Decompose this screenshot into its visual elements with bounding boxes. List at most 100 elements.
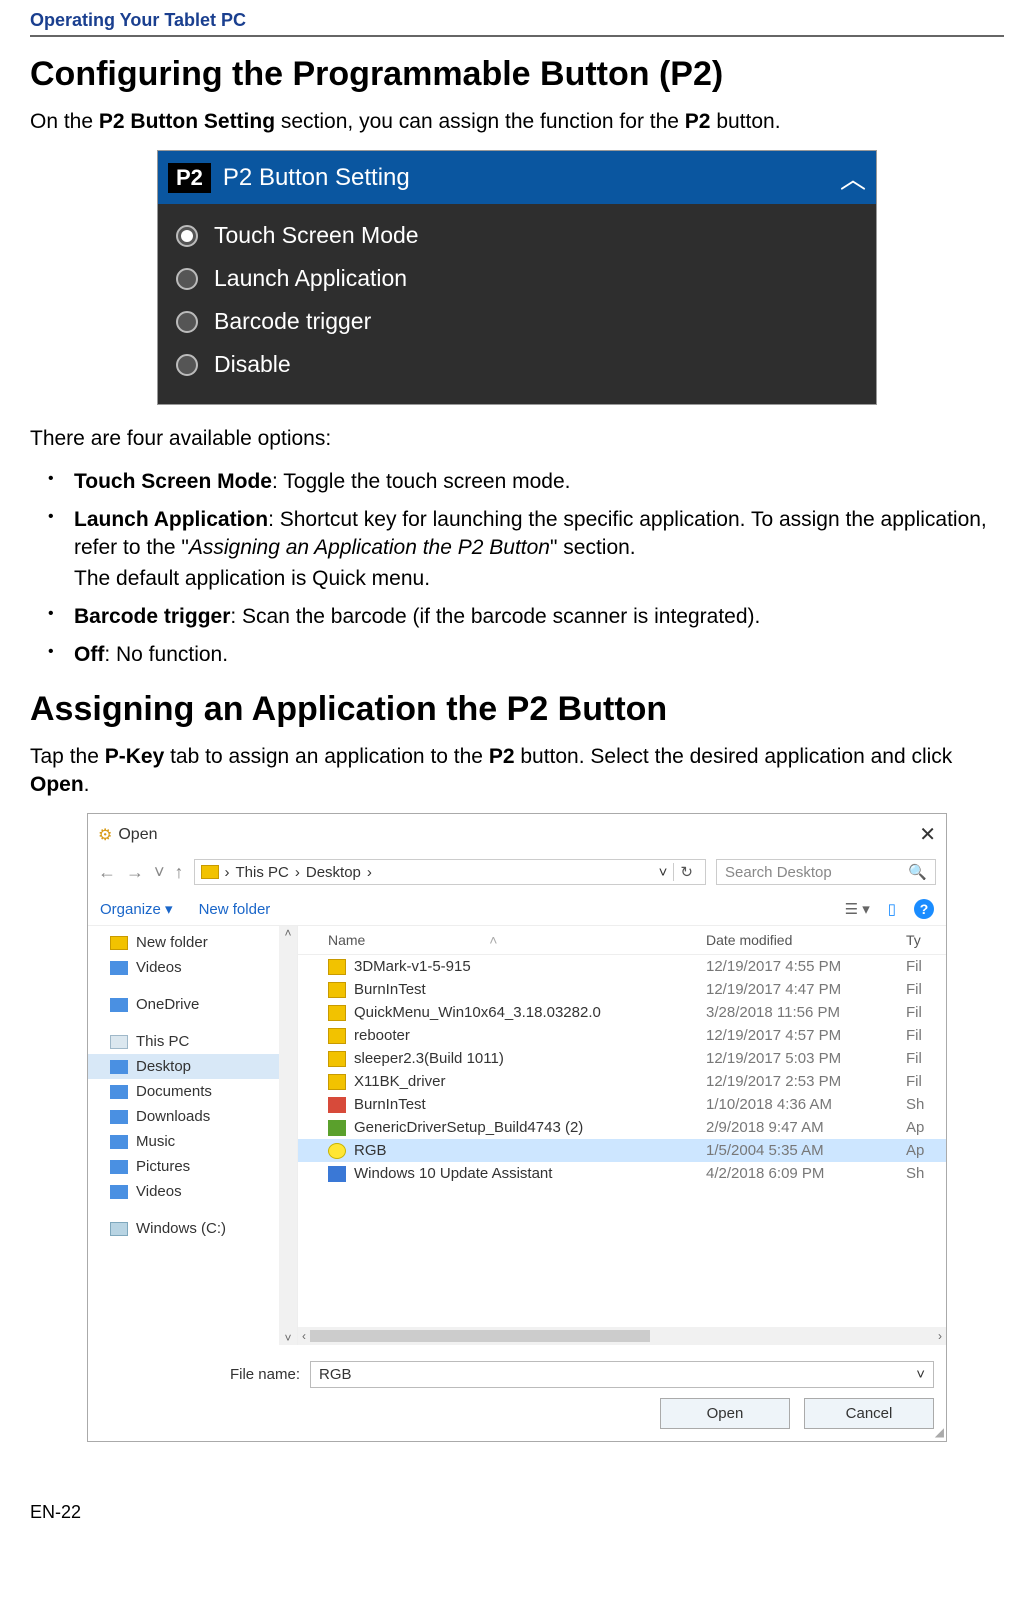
tree-item-label: Videos (136, 959, 182, 976)
preview-icon[interactable]: ▯ (888, 900, 896, 918)
collapse-icon[interactable]: ︿ (840, 159, 866, 196)
scroll-down-icon[interactable]: ˅ (284, 1331, 291, 1345)
tree-item[interactable]: Downloads (88, 1104, 297, 1129)
nav-tree: New folderVideosOneDriveThis PCDesktopDo… (88, 926, 298, 1345)
recent-icon[interactable]: ˅ (154, 862, 165, 883)
sort-icon: ˄ (489, 932, 497, 948)
crumb-sep: › (225, 864, 230, 881)
chevron-down-icon[interactable]: ˅ (916, 1366, 925, 1383)
bold: Off (74, 643, 104, 666)
dialog-title: Open (118, 826, 157, 844)
crumb-item[interactable]: Desktop (306, 864, 361, 881)
tree-item[interactable]: Music (88, 1129, 297, 1154)
tree-item[interactable]: Pictures (88, 1154, 297, 1179)
tree-item[interactable]: This PC (88, 1029, 297, 1054)
help-icon[interactable]: ? (914, 899, 934, 919)
dialog-titlebar: ⚙ Open ✕ (88, 814, 946, 855)
tree-item[interactable]: OneDrive (88, 992, 297, 1017)
blue-icon (110, 961, 128, 975)
radio-icon (176, 354, 198, 376)
table-row[interactable]: RGB1/5/2004 5:35 AMAp (298, 1139, 946, 1162)
file-type: Fil (906, 1027, 946, 1044)
resize-grip-icon[interactable]: ◢ (935, 1425, 944, 1439)
table-row[interactable]: QuickMenu_Win10x64_3.18.03282.03/28/2018… (298, 1001, 946, 1024)
refresh-icon[interactable]: ↻ (673, 863, 699, 881)
radio-icon (176, 311, 198, 333)
gear-icon: ⚙ (98, 825, 112, 845)
close-icon[interactable]: ✕ (919, 822, 936, 847)
text: . (84, 773, 90, 796)
file-date: 3/28/2018 11:56 PM (706, 1004, 906, 1021)
col-name[interactable]: Name ˄ (298, 932, 706, 948)
new-folder-button[interactable]: New folder (199, 901, 271, 918)
table-row[interactable]: BurnInTest1/10/2018 4:36 AMSh (298, 1093, 946, 1116)
filename-value: RGB (319, 1366, 352, 1383)
scroll-up-icon[interactable]: ˄ (284, 926, 291, 940)
file-name: BurnInTest (354, 1096, 426, 1113)
folder-icon (328, 982, 346, 998)
file-name: GenericDriverSetup_Build4743 (2) (354, 1119, 583, 1136)
tree-item-label: Windows (C:) (136, 1220, 226, 1237)
table-row[interactable]: 3DMark-v1-5-91512/19/2017 4:55 PMFil (298, 955, 946, 978)
view-icon[interactable]: ☰ ▾ (845, 900, 870, 918)
text: " section. (550, 536, 636, 559)
file-date: 2/9/2018 9:47 AM (706, 1119, 906, 1136)
bold: P2 Button Setting (99, 110, 275, 133)
tree-item[interactable]: Videos (88, 955, 297, 980)
radio-launch-application[interactable]: Launch Application (172, 257, 862, 300)
table-row[interactable]: Windows 10 Update Assistant4/2/2018 6:09… (298, 1162, 946, 1185)
up-icon[interactable]: ↑ (175, 862, 184, 883)
p2-panel-header[interactable]: P2 P2 Button Setting ︿ (158, 151, 876, 204)
horizontal-scrollbar[interactable]: ‹ › (298, 1327, 946, 1345)
tree-item[interactable]: Documents (88, 1079, 297, 1104)
table-row[interactable]: sleeper2.3(Build 1011)12/19/2017 5:03 PM… (298, 1047, 946, 1070)
tree-item[interactable]: Desktop (88, 1054, 297, 1079)
table-row[interactable]: BurnInTest12/19/2017 4:47 PMFil (298, 978, 946, 1001)
back-icon[interactable]: ← (98, 862, 116, 883)
table-row[interactable]: GenericDriverSetup_Build4743 (2) 2/9/2018… (298, 1116, 946, 1139)
forward-icon[interactable]: → (126, 862, 144, 883)
crumb-item[interactable]: This PC (236, 864, 289, 881)
tree-item[interactable]: Videos (88, 1179, 297, 1204)
breadcrumb[interactable]: › This PC › Desktop › ˅ ↻ (194, 859, 706, 885)
section-heading-1: Configuring the Programmable Button (P2) (30, 55, 1004, 94)
file-type: Ap (906, 1119, 946, 1136)
tree-item-label: OneDrive (136, 996, 199, 1013)
open-button[interactable]: Open (660, 1398, 790, 1429)
text: On the (30, 110, 99, 133)
radio-disable[interactable]: Disable (172, 343, 862, 386)
radio-label: Touch Screen Mode (214, 222, 419, 249)
search-input[interactable]: Search Desktop 🔍 (716, 859, 936, 885)
blue-icon (110, 1160, 128, 1174)
scroll-right-icon[interactable]: › (938, 1329, 942, 1343)
radio-barcode-trigger[interactable]: Barcode trigger (172, 300, 862, 343)
radio-touch-screen-mode[interactable]: Touch Screen Mode (172, 214, 862, 257)
col-date[interactable]: Date modified (706, 932, 906, 948)
table-row[interactable]: rebooter12/19/2017 4:57 PMFil (298, 1024, 946, 1047)
crumb-drop-icon[interactable]: ˅ (659, 864, 668, 881)
folder-icon (328, 1074, 346, 1090)
cancel-button[interactable]: Cancel (804, 1398, 934, 1429)
scroll-thumb[interactable] (310, 1330, 650, 1342)
radio-label: Launch Application (214, 265, 407, 292)
list-item: Launch Application: Shortcut key for lau… (30, 506, 1004, 593)
options-intro: There are four available options: (30, 425, 1004, 453)
table-row[interactable]: X11BK_driver12/19/2017 2:53 PMFil (298, 1070, 946, 1093)
list-item: Barcode trigger: Scan the barcode (if th… (30, 603, 1004, 631)
paragraph-1: On the P2 Button Setting section, you ca… (30, 108, 1004, 136)
tree-scrollbar[interactable]: ˄ ˅ (279, 926, 297, 1345)
search-icon: 🔍 (908, 863, 927, 881)
red-icon (328, 1097, 346, 1113)
page-number: EN-22 (30, 1502, 1004, 1523)
tree-item[interactable]: New folder (88, 930, 297, 955)
organize-button[interactable]: Organize ▾ (100, 900, 173, 918)
col-type[interactable]: Ty (906, 932, 946, 948)
filename-input[interactable]: RGB ˅ (310, 1361, 934, 1388)
tree-item-label: Videos (136, 1183, 182, 1200)
text: : Scan the barcode (if the barcode scann… (230, 605, 760, 628)
text: tab to assign an application to the (164, 745, 489, 768)
scroll-left-icon[interactable]: ‹ (302, 1329, 306, 1343)
p2-options-group: Touch Screen Mode Launch Application Bar… (158, 204, 876, 404)
tree-item[interactable]: Windows (C:) (88, 1216, 297, 1241)
radio-icon (176, 268, 198, 290)
